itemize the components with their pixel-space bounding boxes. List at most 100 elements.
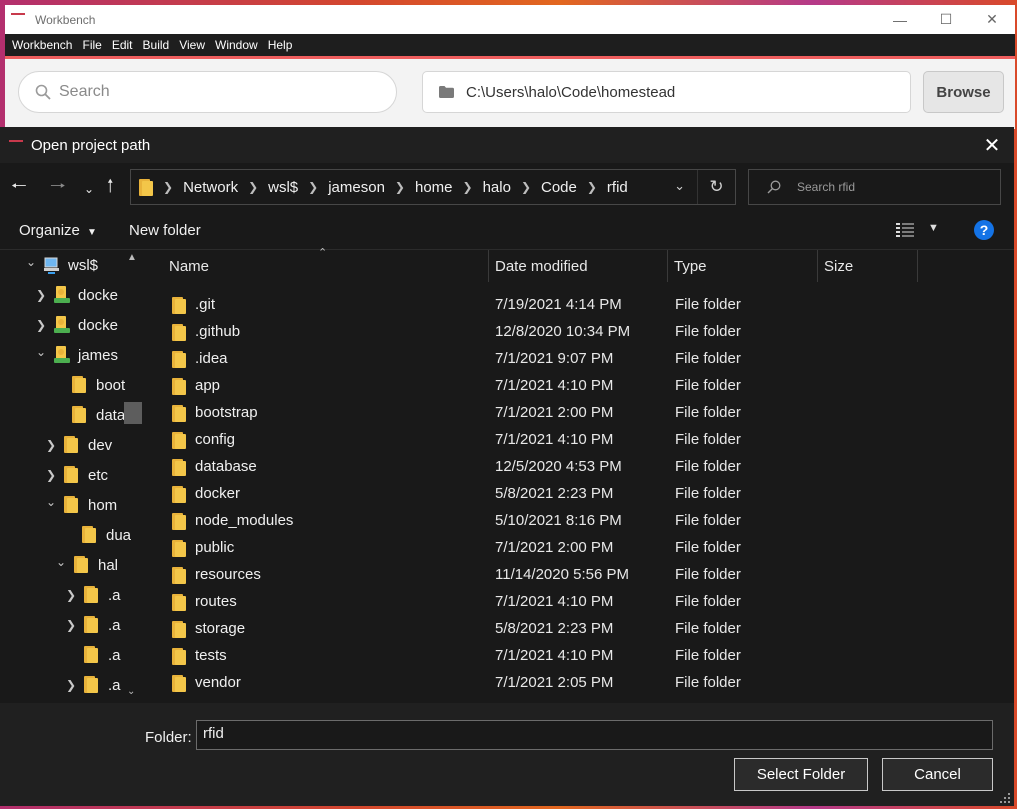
close-icon[interactable]: ✕ xyxy=(969,5,1015,34)
column-header-size[interactable]: Size xyxy=(818,250,918,282)
workbench-search-input[interactable]: Search xyxy=(18,71,397,113)
file-type: File folder xyxy=(675,620,741,637)
tree-item[interactable]: ❯ .a xyxy=(64,580,121,610)
file-row[interactable]: routes 7/1/2021 4:10 PM File folder xyxy=(145,588,1014,615)
navigation-pane[interactable]: ❯ .a .a ❯ .a ❯ .a ⌄ hal dua ⌄ hom ❯ etc ❯ dev data boot ⌄ j… xyxy=(0,250,145,702)
file-row[interactable]: bootstrap 7/1/2021 2:00 PM File folder xyxy=(145,399,1014,426)
tree-collapsed-chevron-icon[interactable]: ❯ xyxy=(44,438,58,452)
menu-window[interactable]: Window xyxy=(215,38,258,52)
file-row[interactable]: vendor 7/1/2021 2:05 PM File folder xyxy=(145,669,1014,696)
tree-item[interactable]: .a xyxy=(64,640,121,670)
tree-item[interactable]: ❯ etc xyxy=(44,460,108,490)
tree-item[interactable]: ❯ docke xyxy=(34,280,118,310)
tree-expanded-chevron-icon[interactable]: ⌄ xyxy=(54,555,68,569)
scroll-thumb[interactable] xyxy=(124,402,142,424)
breadcrumb-halo[interactable]: halo xyxy=(483,179,511,196)
file-row[interactable]: config 7/1/2021 4:10 PM File folder xyxy=(145,426,1014,453)
tree-item[interactable]: dua xyxy=(62,520,131,550)
recent-locations-chevron-icon[interactable]: ⌄ xyxy=(84,180,94,198)
address-bar[interactable]: ❯ Network ❯ wsl$ ❯ jameson ❯ home ❯ halo… xyxy=(130,169,736,205)
menu-help[interactable]: Help xyxy=(268,38,293,52)
file-row[interactable]: app 7/1/2021 4:10 PM File folder xyxy=(145,372,1014,399)
folder-icon xyxy=(172,621,186,638)
new-folder-button[interactable]: New folder xyxy=(129,222,201,239)
view-details-icon[interactable] xyxy=(896,222,914,238)
scroll-down-icon[interactable]: ⌄ xyxy=(127,686,135,697)
workbench-title: Workbench xyxy=(35,12,96,27)
column-header-name[interactable]: Name xyxy=(163,250,489,282)
column-header-date[interactable]: Date modified xyxy=(489,250,668,282)
folder-icon xyxy=(172,486,186,503)
maximize-icon[interactable]: ☐ xyxy=(923,5,969,34)
help-icon[interactable]: ? xyxy=(974,220,994,240)
browse-button[interactable]: Browse xyxy=(923,71,1004,113)
breadcrumb-network[interactable]: Network xyxy=(183,179,238,196)
file-row[interactable]: public 7/1/2021 2:00 PM File folder xyxy=(145,534,1014,561)
folder-name-input[interactable]: rfid xyxy=(196,720,993,750)
tree-collapsed-chevron-icon[interactable]: ❯ xyxy=(44,468,58,482)
tree-expanded-chevron-icon[interactable]: ⌄ xyxy=(24,255,38,269)
breadcrumb-jameson[interactable]: jameson xyxy=(328,179,385,196)
back-arrow-icon[interactable]: 🠐 xyxy=(11,177,27,195)
refresh-icon[interactable]: ↻ xyxy=(697,170,735,204)
file-row[interactable]: docker 5/8/2021 2:23 PM File folder xyxy=(145,480,1014,507)
breadcrumb-rfid[interactable]: rfid xyxy=(607,179,628,196)
dialog-close-icon[interactable]: ✕ xyxy=(980,133,1004,158)
breadcrumb-code[interactable]: Code xyxy=(541,179,577,196)
command-bar: Organize ▼ New folder ▼ ? xyxy=(0,213,1014,249)
folder-icon xyxy=(84,646,98,663)
file-type: File folder xyxy=(675,566,741,583)
tree-item[interactable]: ❯ .a xyxy=(64,670,121,700)
organize-button[interactable]: Organize ▼ xyxy=(19,222,97,239)
tree-item[interactable]: ⌄ hom xyxy=(44,490,117,520)
select-folder-button[interactable]: Select Folder xyxy=(734,758,868,791)
file-row[interactable]: database 12/5/2020 4:53 PM File folder xyxy=(145,453,1014,480)
tree-item[interactable]: ⌄ james xyxy=(34,340,118,370)
breadcrumb-wsl[interactable]: wsl$ xyxy=(268,179,298,196)
file-row[interactable]: .github 12/8/2020 10:34 PM File folder xyxy=(145,318,1014,345)
dialog-title: Open project path xyxy=(31,136,151,154)
tree-item[interactable]: ⌄ wsl$ xyxy=(24,250,98,280)
tree-collapsed-chevron-icon[interactable]: ❯ xyxy=(64,678,78,692)
address-dropdown-chevron-icon[interactable]: ⌄ xyxy=(674,178,685,194)
menu-build[interactable]: Build xyxy=(143,38,170,52)
file-row[interactable]: resources 11/14/2020 5:56 PM File folder xyxy=(145,561,1014,588)
menu-view[interactable]: View xyxy=(179,38,205,52)
file-row[interactable]: .idea 7/1/2021 9:07 PM File folder xyxy=(145,345,1014,372)
up-arrow-icon[interactable]: 🠑 xyxy=(107,177,114,195)
navigation-scrollbar[interactable]: ▲ ⌄ xyxy=(122,250,142,702)
folder-search-input[interactable]: Search rfid xyxy=(748,169,1001,205)
menu-file[interactable]: File xyxy=(82,38,101,52)
tree-item[interactable]: data xyxy=(52,400,125,430)
tree-expanded-chevron-icon[interactable]: ⌄ xyxy=(44,495,58,509)
view-options-dropdown-icon[interactable]: ▼ xyxy=(928,222,939,234)
organize-label: Organize xyxy=(19,222,80,239)
tree-collapsed-chevron-icon[interactable]: ❯ xyxy=(34,318,48,332)
minimize-icon[interactable]: — xyxy=(877,5,923,34)
tree-item[interactable]: ❯ dev xyxy=(44,430,112,460)
tree-item[interactable]: ❯ docke xyxy=(34,310,118,340)
forward-arrow-icon[interactable]: 🠒 xyxy=(50,177,66,195)
cancel-button[interactable]: Cancel xyxy=(882,758,993,791)
menu-workbench[interactable]: Workbench xyxy=(12,38,72,52)
project-path-field[interactable]: C:\Users\halo\Code\homestead xyxy=(422,71,911,113)
tree-item[interactable]: boot xyxy=(52,370,125,400)
tree-collapsed-chevron-icon[interactable]: ❯ xyxy=(34,288,48,302)
menu-edit[interactable]: Edit xyxy=(112,38,133,52)
file-row[interactable]: node_modules 5/10/2021 8:16 PM File folder xyxy=(145,507,1014,534)
resize-grip-icon[interactable] xyxy=(1000,793,1010,803)
file-list[interactable]: ⌃ Name Date modified Type Size .git 7/19/… xyxy=(145,247,1014,702)
tree-item[interactable]: ⌄ hal xyxy=(54,550,118,580)
file-row[interactable]: .git 7/19/2021 4:14 PM File folder xyxy=(145,291,1014,318)
open-project-dialog: Open project path ✕ 🠐 🠒 ⌄ 🠑 ❯ Network ❯ … xyxy=(0,127,1014,806)
tree-item[interactable]: ❯ .a xyxy=(64,610,121,640)
breadcrumb-home[interactable]: home xyxy=(415,179,453,196)
scroll-up-icon[interactable]: ▲ xyxy=(127,252,137,263)
file-row[interactable]: tests 7/1/2021 4:10 PM File folder xyxy=(145,642,1014,669)
tree-collapsed-chevron-icon[interactable]: ❯ xyxy=(64,588,78,602)
folder-icon xyxy=(64,466,78,483)
column-header-type[interactable]: Type xyxy=(668,250,818,282)
tree-expanded-chevron-icon[interactable]: ⌄ xyxy=(34,345,48,359)
file-row[interactable]: storage 5/8/2021 2:23 PM File folder xyxy=(145,615,1014,642)
tree-collapsed-chevron-icon[interactable]: ❯ xyxy=(64,618,78,632)
